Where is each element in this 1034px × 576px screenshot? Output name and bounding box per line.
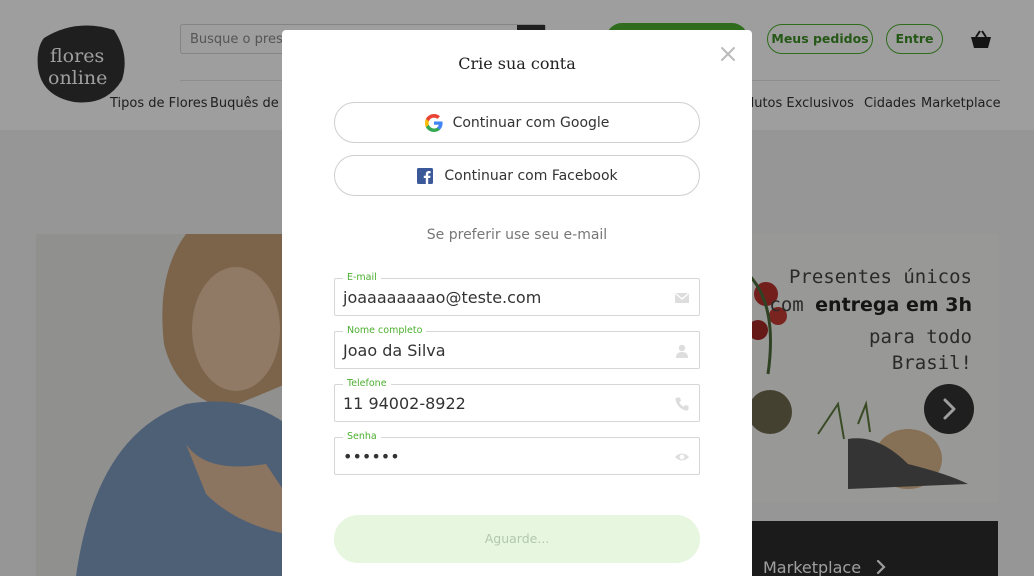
- facebook-icon: [417, 167, 434, 184]
- signup-modal: Crie sua conta Continuar com Google Cont…: [282, 30, 752, 576]
- phone-value[interactable]: 11 94002-8922: [343, 394, 466, 413]
- password-label: Senha: [343, 430, 381, 444]
- full-name-value[interactable]: Joao da Silva: [343, 341, 446, 360]
- phone-icon: [675, 397, 689, 411]
- full-name-label: Nome completo: [343, 324, 427, 338]
- password-value[interactable]: ••••••: [343, 447, 400, 466]
- email-value[interactable]: joaaaaaaaao@teste.com: [343, 288, 541, 307]
- facebook-signin-button[interactable]: Continuar com Facebook: [334, 155, 700, 196]
- submit-button[interactable]: Aguarde...: [334, 515, 700, 563]
- envelope-icon: [675, 293, 689, 303]
- eye-icon[interactable]: [674, 449, 690, 465]
- user-icon: [676, 344, 688, 358]
- full-name-field[interactable]: Nome completo Joao da Silva: [334, 324, 700, 369]
- phone-label: Telefone: [343, 377, 391, 391]
- email-divider-text: Se preferir use seu e-mail: [426, 227, 608, 243]
- google-icon: [424, 113, 443, 132]
- phone-field[interactable]: Telefone 11 94002-8922: [334, 377, 700, 422]
- google-button-label: Continuar com Google: [452, 114, 610, 131]
- facebook-button-label: Continuar com Facebook: [444, 167, 618, 184]
- email-field[interactable]: E-mail joaaaaaaaao@teste.com: [334, 271, 700, 316]
- email-label: E-mail: [343, 271, 381, 285]
- google-signin-button[interactable]: Continuar com Google: [334, 102, 700, 143]
- password-field[interactable]: Senha ••••••: [334, 430, 700, 475]
- modal-title: Crie sua conta: [458, 54, 576, 73]
